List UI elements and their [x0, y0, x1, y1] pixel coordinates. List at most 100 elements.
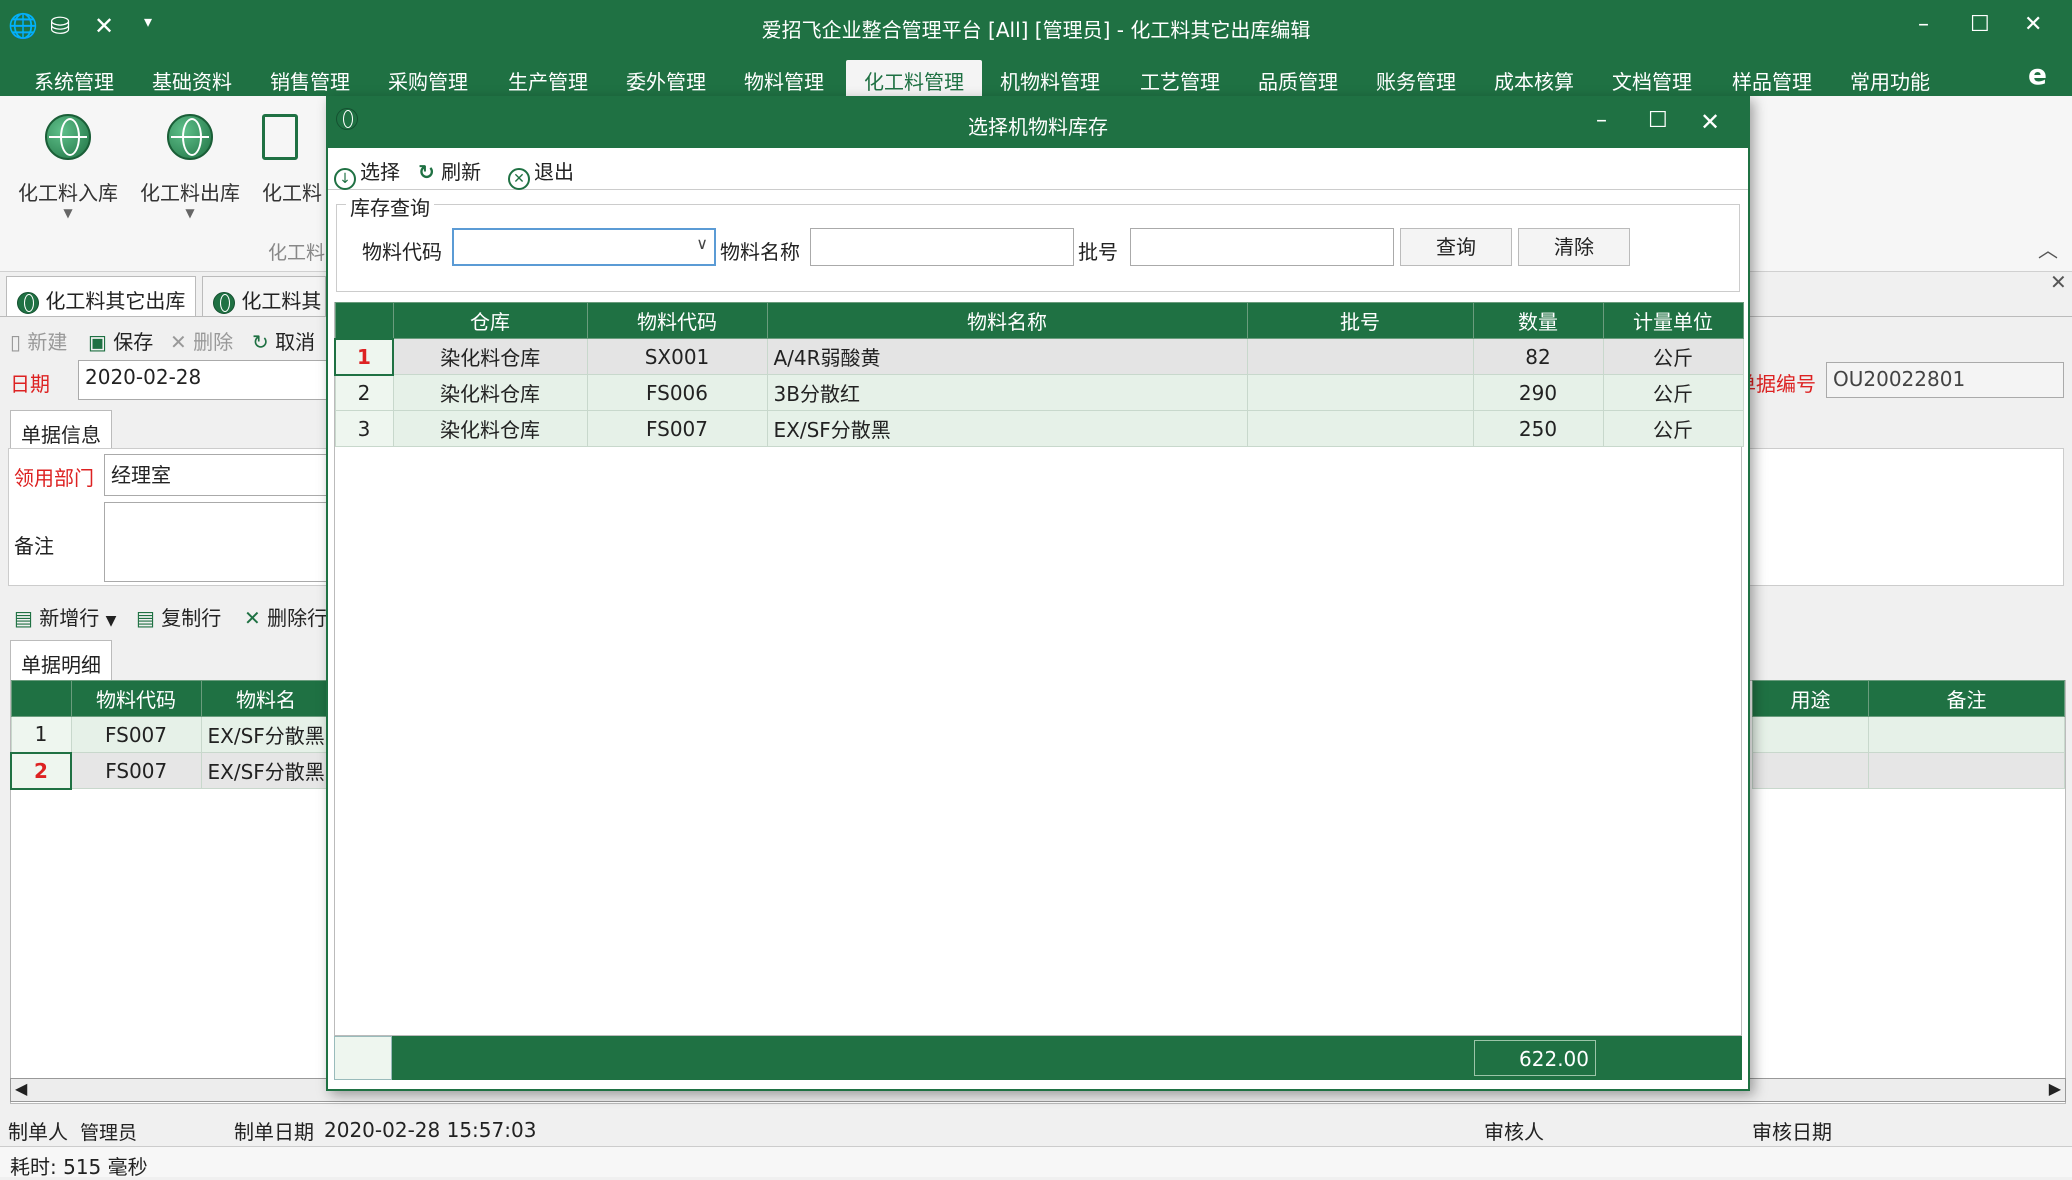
add-row-button[interactable]: ▤ 新增行 ▼ — [14, 602, 116, 631]
cell-qty[interactable]: 290 — [1472, 374, 1604, 411]
maximize-icon[interactable]: ☐ — [1970, 12, 1990, 37]
cell-code[interactable]: FS007 — [70, 752, 202, 789]
save-button[interactable]: ▣ 保存 — [88, 326, 153, 355]
close-icon[interactable]: ✕ — [2024, 12, 2042, 37]
chemical-out-button[interactable]: 化工料出库 ▼ — [130, 114, 250, 220]
chevron-down-icon: ▼ — [105, 613, 117, 629]
menu-process[interactable]: 工艺管理 — [1140, 66, 1220, 95]
menu-chemical[interactable]: 化工料管理 — [846, 60, 982, 96]
cell-warehouse[interactable]: 染化料仓库 — [392, 374, 588, 411]
scroll-left-icon[interactable]: ◀ — [15, 1079, 27, 1098]
cell-remark[interactable] — [1868, 716, 2065, 753]
menu-sales[interactable]: 销售管理 — [270, 66, 350, 95]
menu-purchase[interactable]: 采购管理 — [388, 66, 468, 95]
chemical-in-label: 化工料入库 — [18, 181, 118, 205]
cell-code[interactable]: SX001 — [586, 338, 768, 375]
remark-field[interactable] — [104, 502, 344, 582]
cell-name[interactable]: A/4R弱酸黄 — [766, 338, 1248, 375]
minimize-icon[interactable]: – — [1918, 12, 1929, 37]
cell-qty[interactable]: 82 — [1472, 338, 1604, 375]
exit-button[interactable]: ✕ 退出 — [508, 156, 574, 190]
tab-label: 化工料其它出库 — [45, 289, 186, 313]
cell-name[interactable]: 3B分散红 — [766, 374, 1248, 411]
browser-icon[interactable]: e — [2028, 58, 2047, 91]
chevron-down-icon: ▼ — [185, 206, 195, 220]
row-no: 2 — [334, 374, 394, 411]
copy-row-button[interactable]: ▤ 复制行 — [136, 602, 221, 631]
delete-button[interactable]: ✕ 删除 — [170, 326, 233, 355]
delete-icon: ✕ — [244, 606, 261, 630]
dept-field[interactable]: 经理室 — [104, 454, 344, 496]
cell-usage[interactable] — [1752, 716, 1869, 753]
menu-quality[interactable]: 品质管理 — [1258, 66, 1338, 95]
table-row[interactable]: 1 FS007 EX/SF分散黑 — [10, 716, 332, 753]
refresh-button[interactable]: ↻ 刷新 — [418, 156, 481, 185]
minimize-icon[interactable]: – — [1596, 108, 1607, 133]
cancel-icon: ✕ — [508, 168, 530, 190]
menu-outsource[interactable]: 委外管理 — [626, 66, 706, 95]
menu-production[interactable]: 生产管理 — [508, 66, 588, 95]
menu-basic[interactable]: 基础资料 — [152, 66, 232, 95]
chevron-down-icon: ∨ — [696, 234, 708, 253]
cell-code[interactable]: FS007 — [586, 410, 768, 447]
title-bar: 🌐 ⛁ ✕ ▾ 爱招飞企业整合管理平台 [All] [管理员] - 化工料其它出… — [0, 0, 2072, 56]
table-row[interactable]: 3 染化料仓库 FS007 EX/SF分散黑 250 公斤 — [334, 410, 1744, 447]
cell-batch[interactable] — [1246, 410, 1474, 447]
cell-remark[interactable] — [1868, 752, 2065, 789]
batch-input[interactable] — [1130, 228, 1394, 266]
maximize-icon[interactable]: ☐ — [1648, 108, 1668, 133]
menu-accounts[interactable]: 账务管理 — [1376, 66, 1456, 95]
cell-unit[interactable]: 公斤 — [1602, 410, 1744, 447]
table-row[interactable]: 2 染化料仓库 FS006 3B分散红 290 公斤 — [334, 374, 1744, 411]
table-row[interactable] — [1752, 716, 2065, 753]
tab-chemical-other[interactable]: 化工料其 — [202, 276, 326, 316]
close-tab-icon[interactable]: ✕ — [2050, 270, 2067, 294]
tab-label: 化工料其 — [241, 289, 322, 313]
menu-common[interactable]: 常用功能 — [1850, 66, 1930, 95]
collapse-ribbon-icon[interactable]: ︿ — [2038, 234, 2058, 263]
close-icon[interactable]: ✕ — [1700, 108, 1720, 136]
clear-button[interactable]: 清除 — [1518, 228, 1630, 266]
cell-name[interactable]: EX/SF分散黑 — [766, 410, 1248, 447]
cell-name[interactable]: EX/SF分散黑 — [200, 716, 332, 753]
menu-material[interactable]: 物料管理 — [744, 66, 824, 95]
cell-warehouse[interactable]: 染化料仓库 — [392, 338, 588, 375]
table-row[interactable]: 2 FS007 EX/SF分散黑 — [10, 751, 332, 790]
select-button[interactable]: ↓ 选择 — [334, 156, 400, 190]
copy-icon: ▤ — [136, 606, 155, 630]
menu-system[interactable]: 系统管理 — [34, 66, 114, 95]
dept-label: 领用部门 — [14, 466, 94, 490]
col-header: 物料名称 — [766, 302, 1248, 339]
new-button[interactable]: ▯ 新建 — [10, 326, 67, 355]
table-row[interactable]: 1 染化料仓库 SX001 A/4R弱酸黄 82 公斤 — [334, 337, 1744, 376]
name-input[interactable] — [810, 228, 1074, 266]
cancel-button[interactable]: ↻ 取消 — [252, 326, 315, 355]
tab-chemical-other-out[interactable]: 化工料其它出库 — [6, 276, 197, 316]
menu-docs[interactable]: 文档管理 — [1612, 66, 1692, 95]
cell-usage[interactable] — [1752, 752, 1869, 789]
table-row[interactable] — [1752, 752, 2065, 789]
cell-code[interactable]: FS007 — [70, 716, 202, 753]
menu-samples[interactable]: 样品管理 — [1732, 66, 1812, 95]
scroll-right-icon[interactable]: ▶ — [2049, 1079, 2061, 1098]
cell-warehouse[interactable]: 染化料仓库 — [392, 410, 588, 447]
chemical-in-button[interactable]: 化工料入库 ▼ — [8, 114, 128, 220]
cell-unit[interactable]: 公斤 — [1602, 374, 1744, 411]
col-header: 物料名 — [200, 680, 332, 717]
menu-mech-material[interactable]: 机物料管理 — [1000, 66, 1100, 95]
chemical-other-button[interactable]: 化工料 — [262, 114, 322, 206]
code-select[interactable]: ∨ — [452, 228, 716, 266]
query-button[interactable]: 查询 — [1400, 228, 1512, 266]
cell-batch[interactable] — [1246, 338, 1474, 375]
date-field[interactable]: 2020-02-28 — [78, 360, 338, 400]
download-icon: ↓ — [334, 168, 356, 190]
delete-row-button[interactable]: ✕ 删除行 — [244, 602, 327, 631]
cell-qty[interactable]: 250 — [1472, 410, 1604, 447]
cell-unit[interactable]: 公斤 — [1602, 338, 1744, 375]
cell-batch[interactable] — [1246, 374, 1474, 411]
cell-name[interactable]: EX/SF分散黑 — [200, 752, 332, 789]
menu-cost[interactable]: 成本核算 — [1494, 66, 1574, 95]
make-date-value: 2020-02-28 15:57:03 — [324, 1118, 537, 1142]
select-stock-dialog: 选择机物料库存 – ☐ ✕ ↓ 选择 ↻ 刷新 ✕ 退出 库存查询 物料代码 ∨ 物… — [326, 96, 1750, 1091]
cell-code[interactable]: FS006 — [586, 374, 768, 411]
